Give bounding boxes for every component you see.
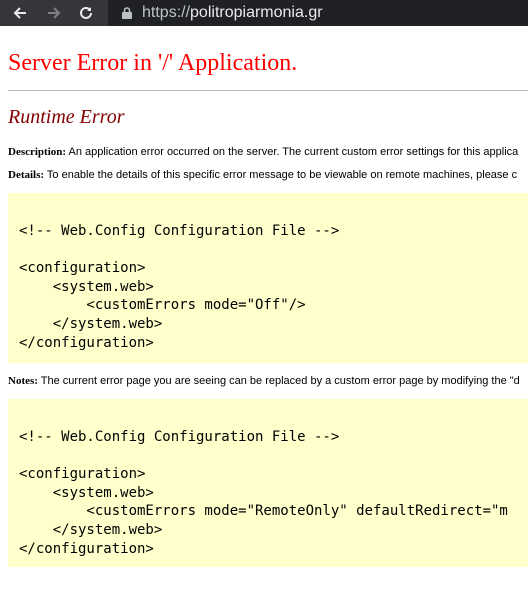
back-arrow-icon (13, 7, 26, 19)
description-label: Description: (8, 146, 67, 158)
page-title: Server Error in '/' Application. (8, 50, 298, 76)
reload-icon (80, 6, 92, 19)
error-subtitle: Runtime Error (8, 106, 125, 128)
browser-toolbar: https://politropiarmonia.gr (0, 0, 528, 26)
notes-line: Notes: The current error page you are se… (8, 375, 520, 387)
divider (8, 90, 528, 91)
code-text-config-off: <!-- Web.Config Configuration File --> <… (19, 223, 340, 351)
description-line: Description: An application error occurr… (8, 146, 518, 158)
description-text: An application error occurred on the ser… (66, 146, 519, 158)
details-line: Details: To enable the details of this s… (8, 169, 517, 181)
lock-icon (122, 7, 132, 19)
notes-label: Notes: (8, 375, 38, 387)
forward-button[interactable] (44, 3, 64, 23)
code-text-config-remote: <!-- Web.Config Configuration File --> <… (19, 429, 508, 557)
details-label: Details: (8, 169, 45, 181)
details-text: To enable the details of this specific e… (44, 169, 518, 181)
page-content: Server Error in '/' Application. Runtime… (0, 34, 528, 608)
url-scheme: https:// (142, 4, 191, 21)
forward-arrow-icon (48, 7, 61, 19)
code-block-config-remote: <!-- Web.Config Configuration File --> <… (8, 399, 528, 567)
url-host: politropiarmonia.gr (190, 4, 323, 21)
code-block-config-off: <!-- Web.Config Configuration File --> <… (8, 193, 528, 363)
url-text: https://politropiarmonia.gr (142, 4, 323, 22)
back-button[interactable] (10, 3, 30, 23)
address-bar[interactable]: https://politropiarmonia.gr (108, 0, 528, 26)
reload-button[interactable] (76, 3, 96, 23)
notes-text: The current error page you are seeing ca… (37, 375, 520, 387)
